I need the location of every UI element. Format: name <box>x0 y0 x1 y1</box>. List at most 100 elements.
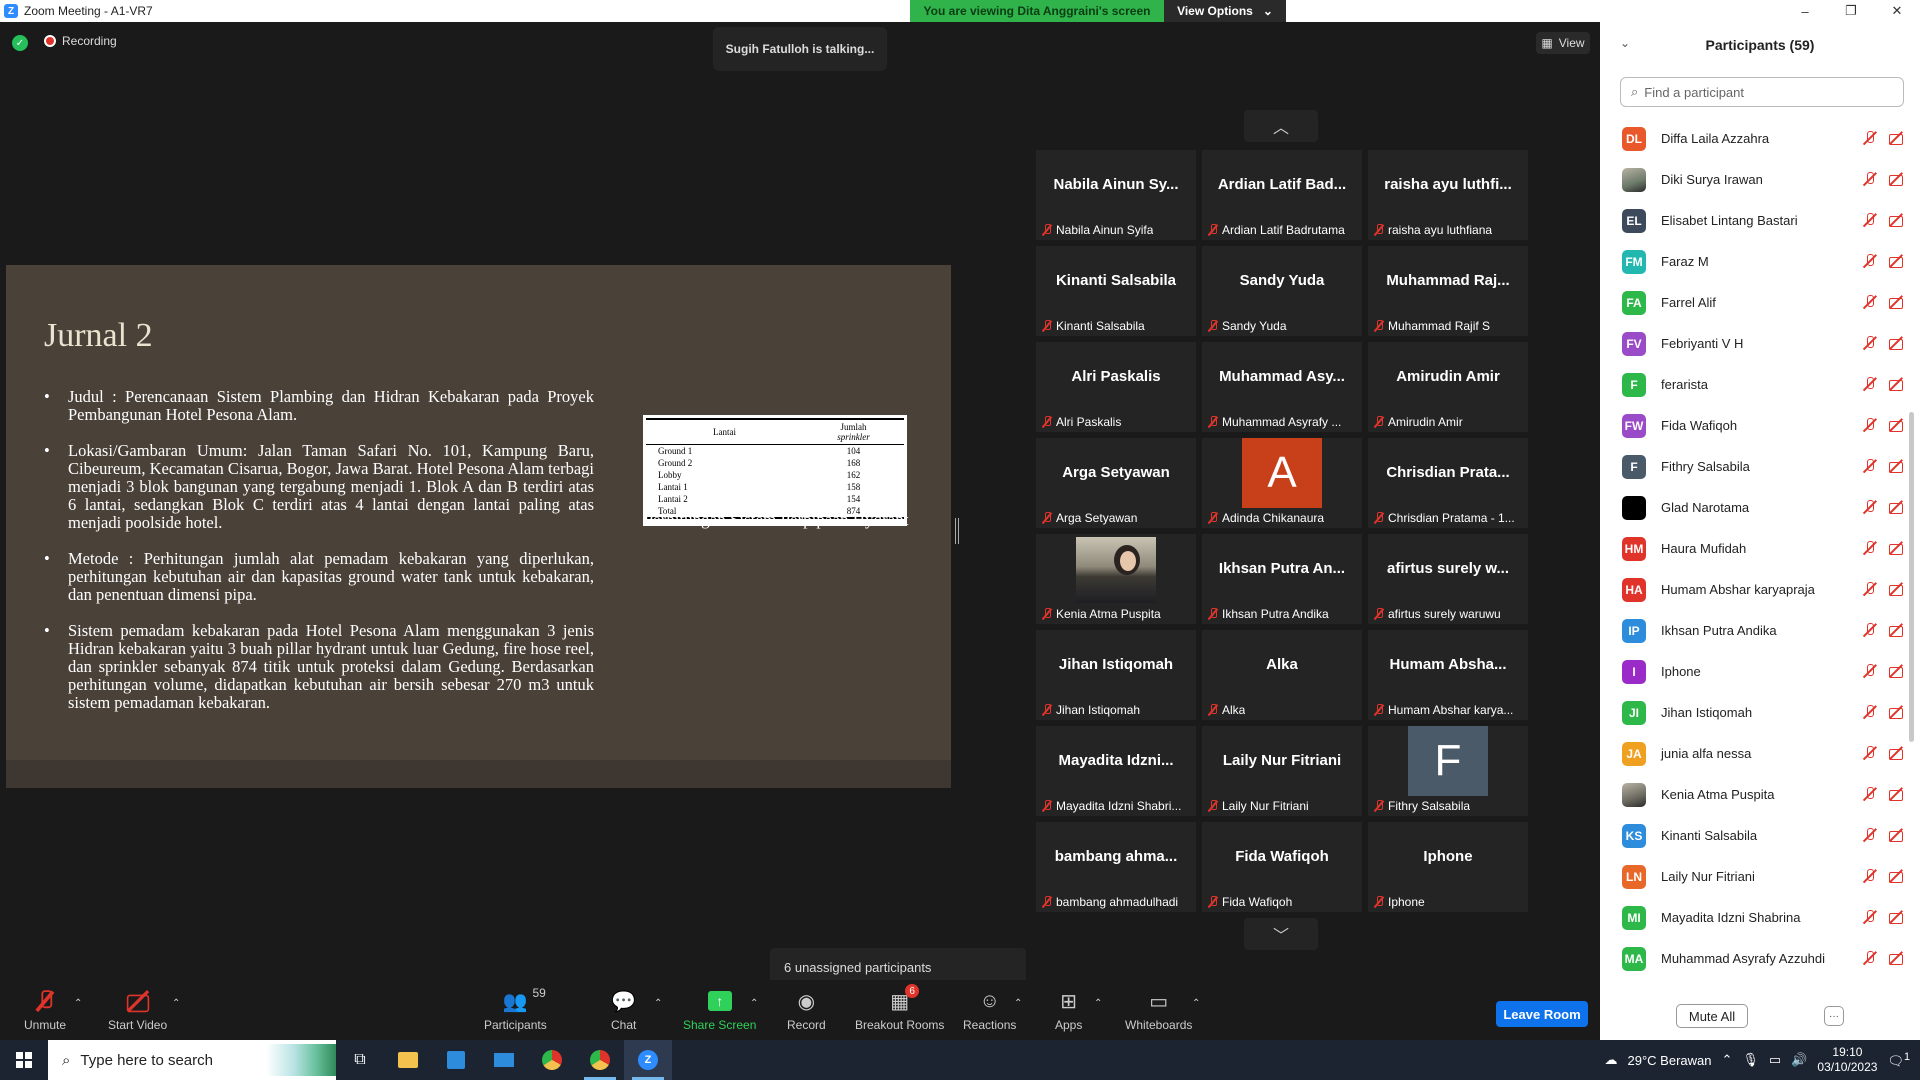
participants-button[interactable]: 👥 59 Participants <box>484 986 547 1032</box>
whiteboards-options-caret[interactable]: ⌃ <box>1192 998 1200 1009</box>
view-button[interactable]: ▦ View <box>1536 32 1590 54</box>
video-tile[interactable]: Mayadita Idzni... Mayadita Idzni Shabri..… <box>1036 726 1196 816</box>
whiteboards-button[interactable]: ▭ Whiteboards <box>1125 986 1192 1033</box>
video-tile[interactable]: A Adinda Chikanaura <box>1202 438 1362 528</box>
audio-options-caret[interactable]: ⌃ <box>74 998 82 1009</box>
video-tile[interactable]: Muhammad Asy... Muhammad Asyrafy ... <box>1202 342 1362 432</box>
participant-row[interactable]: JI Jihan Istiqomah <box>1600 692 1904 733</box>
video-tile[interactable]: Amirudin Amir Amirudin Amir <box>1368 342 1528 432</box>
share-options-caret[interactable]: ⌃ <box>750 998 758 1009</box>
video-tile[interactable]: Alka Alka <box>1202 630 1362 720</box>
video-tile[interactable]: Jihan Istiqomah Jihan Istiqomah <box>1036 630 1196 720</box>
mail-icon[interactable] <box>480 1040 528 1080</box>
video-tile[interactable]: Arga Setyawan Arga Setyawan <box>1036 438 1196 528</box>
participant-row[interactable]: Glad Narotama <box>1600 487 1904 528</box>
microsoft-store-icon[interactable] <box>432 1040 480 1080</box>
unmute-button[interactable]: Unmute <box>24 986 66 1032</box>
participant-row[interactable]: F Fithry Salsabila <box>1600 446 1904 487</box>
participant-row[interactable]: JA junia alfa nessa <box>1600 733 1904 774</box>
recording-indicator[interactable]: Recording <box>44 34 117 48</box>
start-video-button[interactable]: Start Video <box>108 986 167 1032</box>
network-icon[interactable]: ▭ <box>1769 1052 1781 1068</box>
participant-row[interactable]: I Iphone <box>1600 651 1904 692</box>
video-tile[interactable]: Laily Nur Fitriani Laily Nur Fitriani <box>1202 726 1362 816</box>
participant-row[interactable]: Kenia Atma Puspita <box>1600 774 1904 815</box>
tile-name-label: Alka <box>1222 703 1246 717</box>
microphone-icon[interactable]: 🎙 <box>1742 1052 1759 1068</box>
participant-row[interactable]: Diki Surya Irawan <box>1600 159 1904 200</box>
participant-row[interactable]: LN Laily Nur Fitriani <box>1600 856 1904 897</box>
chevron-up-icon[interactable]: ⌃ <box>1721 1052 1732 1068</box>
participant-row[interactable]: MI Mayadita Idzni Shabrina <box>1600 897 1904 938</box>
taskbar-search-input[interactable]: ⌕ Type here to search <box>48 1040 336 1080</box>
more-options-button[interactable]: ··· <box>1824 1006 1844 1026</box>
participant-row[interactable]: MA Muhammad Asyrafy Azzuhdi <box>1600 938 1904 979</box>
notifications-icon[interactable]: 🗨1 <box>1887 1051 1910 1069</box>
apps-options-caret[interactable]: ⌃ <box>1094 998 1102 1009</box>
participant-row[interactable]: FW Fida Wafiqoh <box>1600 405 1904 446</box>
video-tile[interactable]: Nabila Ainun Sy... Nabila Ainun Syifa <box>1036 150 1196 240</box>
video-tile[interactable]: Kinanti Salsabila Kinanti Salsabila <box>1036 246 1196 336</box>
reactions-button[interactable]: ☺ Reactions <box>963 986 1016 1033</box>
weather-text[interactable]: 29°C Berawan <box>1628 1053 1712 1068</box>
file-explorer-icon[interactable] <box>384 1040 432 1080</box>
participant-row[interactable]: Fferaristа <box>1600 364 1904 405</box>
participant-row[interactable]: EL Elisabet Lintang Bastari <box>1600 200 1904 241</box>
participant-row[interactable]: IP Ikhsan Putra Andika <box>1600 610 1904 651</box>
video-tile[interactable]: Fida Wafiqoh Fida Wafiqoh <box>1202 822 1362 912</box>
video-tile[interactable]: Ardian Latif Bad... Ardian Latif Badrutam… <box>1202 150 1362 240</box>
reactions-options-caret[interactable]: ⌃ <box>1014 998 1022 1009</box>
leave-room-button[interactable]: Leave Room <box>1496 1001 1588 1027</box>
video-tile[interactable]: bambang ahma... bambang ahmadulhadi <box>1036 822 1196 912</box>
chrome-icon[interactable] <box>528 1040 576 1080</box>
close-button[interactable]: ✕ <box>1874 0 1920 22</box>
minimize-button[interactable]: – <box>1782 0 1828 22</box>
video-tile[interactable]: Kenia Atma Puspita <box>1036 534 1196 624</box>
breakout-rooms-icon: ▦ 6 <box>890 984 920 1016</box>
video-tile[interactable]: Humam Absha... Humam Abshar karya... <box>1368 630 1528 720</box>
share-screen-label: Share Screen <box>683 1018 757 1032</box>
participant-status-icons <box>1862 786 1904 802</box>
video-tile[interactable]: Alri Paskalis Alri Paskalis <box>1036 342 1196 432</box>
video-tile[interactable]: Muhammad Raj... Muhammad Rajif S <box>1368 246 1528 336</box>
video-tile[interactable]: Chrisdian Prata... Chrisdian Pratama - 1.… <box>1368 438 1528 528</box>
chrome-profile-icon[interactable] <box>576 1040 624 1080</box>
clock[interactable]: 19:10 03/10/2023 <box>1817 1045 1877 1075</box>
participant-row[interactable]: FV Febriyanti V H <box>1600 323 1904 364</box>
start-button[interactable] <box>0 1040 48 1080</box>
video-tile[interactable]: afirtus surely w... afirtus surely waruwu <box>1368 534 1528 624</box>
apps-button[interactable]: ⊞ Apps <box>1055 986 1082 1033</box>
record-button[interactable]: ◉ Record <box>787 986 826 1033</box>
video-options-caret[interactable]: ⌃ <box>172 998 180 1009</box>
chat-options-caret[interactable]: ⌃ <box>654 998 662 1009</box>
video-tile[interactable]: Ikhsan Putra An... Ikhsan Putra Andika <box>1202 534 1362 624</box>
participant-list-scrollbar[interactable] <box>1909 412 1914 742</box>
participant-row[interactable] <box>1600 979 1904 988</box>
chat-button[interactable]: 💬 Chat <box>611 986 636 1033</box>
collapse-chevron-icon[interactable]: ⌄ <box>1620 36 1630 50</box>
video-tile[interactable]: Iphone Iphone <box>1368 822 1528 912</box>
video-tile[interactable]: Sandy Yuda Sandy Yuda <box>1202 246 1362 336</box>
video-tile[interactable]: F Fithry Salsabila <box>1368 726 1528 816</box>
volume-icon[interactable]: 🔊 <box>1791 1052 1807 1068</box>
view-options-button[interactable]: View Options ⌄ <box>1164 0 1286 22</box>
participant-row[interactable]: HA Humam Abshar karyapraja <box>1600 569 1904 610</box>
split-view-handle[interactable] <box>955 518 959 544</box>
microphone-muted-icon <box>1862 540 1878 556</box>
participant-row[interactable]: KS Kinanti Salsabila <box>1600 815 1904 856</box>
participant-row[interactable]: HM Haura Mufidah <box>1600 528 1904 569</box>
mute-all-button[interactable]: Mute All <box>1676 1004 1748 1028</box>
zoom-taskbar-icon[interactable]: Z <box>624 1040 672 1080</box>
participant-row[interactable]: FM Faraz M <box>1600 241 1904 282</box>
participant-search-input[interactable]: ⌕ Find a participant <box>1620 77 1904 107</box>
share-screen-button[interactable]: ↑ Share Screen <box>683 986 756 1032</box>
participant-row[interactable]: FA Farrel Alif <box>1600 282 1904 323</box>
participant-row[interactable]: DL Diffa Laila Azzahra <box>1600 118 1904 159</box>
video-tile[interactable]: raisha ayu luthfi... raisha ayu luthfiana <box>1368 150 1528 240</box>
gallery-page-down-button[interactable]: ﹀ <box>1244 918 1318 950</box>
restore-button[interactable]: ❐ <box>1828 0 1874 22</box>
gallery-page-up-button[interactable]: ︿ <box>1244 110 1318 142</box>
breakout-rooms-button[interactable]: ▦ 6 Breakout Rooms <box>855 984 944 1032</box>
shield-check-icon[interactable]: ✓ <box>12 35 28 51</box>
task-view-icon[interactable]: ⧉ <box>336 1040 384 1080</box>
